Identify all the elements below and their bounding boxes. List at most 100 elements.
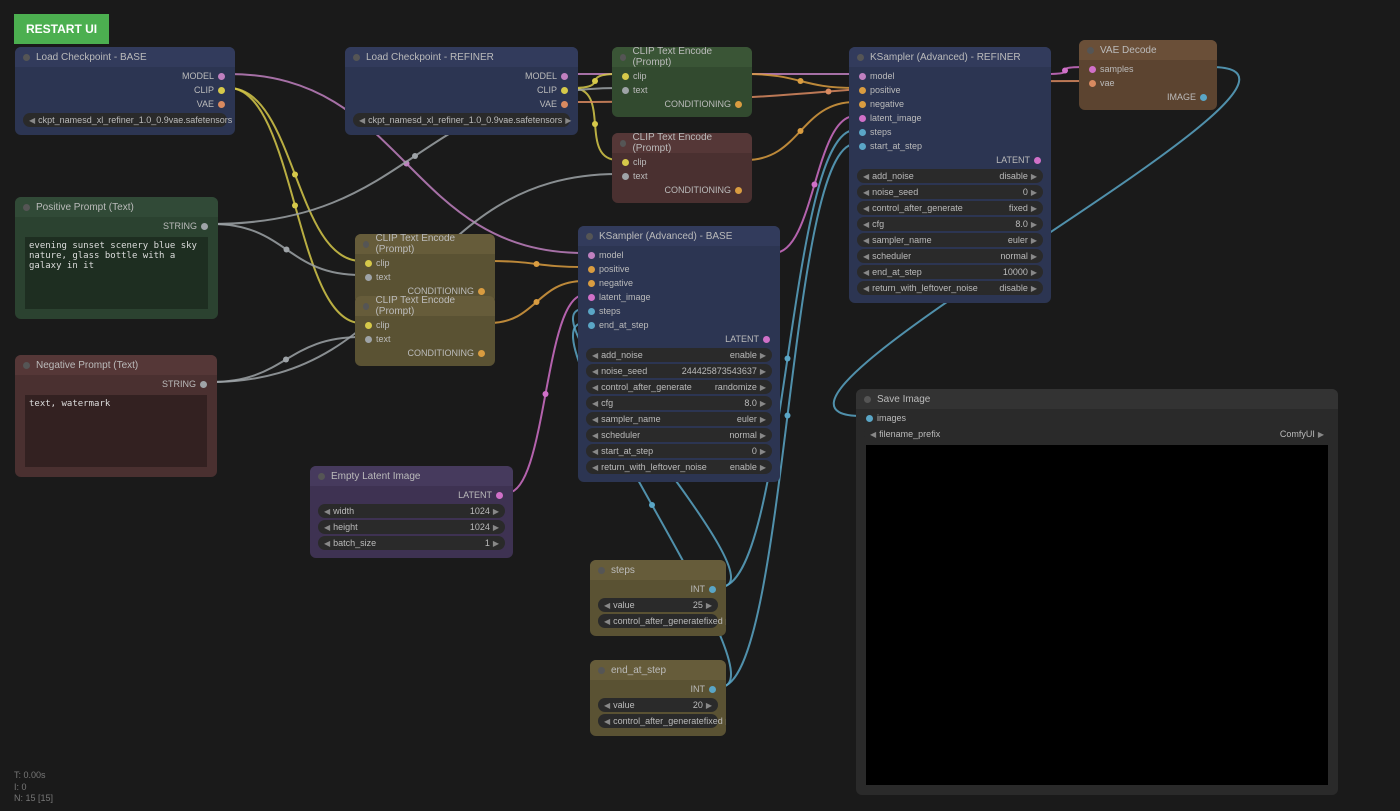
port-clip[interactable]: clip bbox=[359, 318, 491, 332]
node-ksamp_base[interactable]: KSampler (Advanced) - BASE modelpositiven… bbox=[578, 226, 780, 482]
node-ckpt_base[interactable]: Load Checkpoint - BASE MODELCLIPVAE ◀ckpt_… bbox=[15, 47, 235, 135]
port-CLIP[interactable]: CLIP bbox=[349, 83, 574, 97]
node-title[interactable]: CLIP Text Encode (Prompt) bbox=[612, 133, 752, 153]
widget-value[interactable]: ◀value20▶ bbox=[598, 698, 718, 712]
widget-noise_seed[interactable]: ◀noise_seed244425873543637▶ bbox=[586, 364, 772, 378]
node-title[interactable]: KSampler (Advanced) - BASE bbox=[578, 226, 780, 246]
port-steps[interactable]: steps bbox=[582, 304, 776, 318]
node-title[interactable]: Save Image bbox=[856, 389, 1338, 409]
widget-batch_size[interactable]: ◀batch_size1▶ bbox=[318, 536, 505, 550]
port-latent_image[interactable]: latent_image bbox=[582, 290, 776, 304]
port-clip[interactable]: clip bbox=[616, 155, 748, 169]
port-vae[interactable]: vae bbox=[1083, 76, 1213, 90]
widget-cfg[interactable]: ◀cfg8.0▶ bbox=[857, 217, 1043, 231]
port-STRING[interactable]: STRING bbox=[19, 219, 214, 233]
widget-cfg[interactable]: ◀cfg8.0▶ bbox=[586, 396, 772, 410]
node-clip_base_pos[interactable]: CLIP Text Encode (Prompt)cliptextCONDITI… bbox=[355, 234, 495, 304]
widget-start_at_step[interactable]: ◀start_at_step0▶ bbox=[586, 444, 772, 458]
widget-control_after_generate[interactable]: ◀control_after_generatefixed▶ bbox=[598, 714, 718, 728]
node-clip_ref_pos[interactable]: CLIP Text Encode (Prompt) cliptextCONDITI… bbox=[612, 47, 752, 117]
widget-add_noise[interactable]: ◀add_noisedisable▶ bbox=[857, 169, 1043, 183]
port-MODEL[interactable]: MODEL bbox=[349, 69, 574, 83]
widget-ckpt_name[interactable]: ◀ckpt_namesd_xl_refiner_1.0_0.9vae.safet… bbox=[23, 113, 227, 127]
node-ksamp_ref[interactable]: KSampler (Advanced) - REFINER modelpositi… bbox=[849, 47, 1051, 303]
port-VAE[interactable]: VAE bbox=[349, 97, 574, 111]
node-title[interactable]: Load Checkpoint - BASE bbox=[15, 47, 235, 67]
node-steps[interactable]: steps INT ◀value25▶ ◀control_after_generate… bbox=[590, 560, 726, 636]
port-samples[interactable]: samples bbox=[1083, 62, 1213, 76]
port-text[interactable]: text bbox=[359, 332, 491, 346]
port-negative[interactable]: negative bbox=[582, 276, 776, 290]
node-end_at[interactable]: end_at_step INT ◀value20▶ ◀control_after_ge… bbox=[590, 660, 726, 736]
port-text[interactable]: text bbox=[359, 270, 491, 284]
node-title[interactable]: CLIP Text Encode (Prompt) bbox=[355, 296, 495, 316]
text-content[interactable]: evening sunset scenery blue sky nature, … bbox=[25, 237, 208, 309]
port-text[interactable]: text bbox=[616, 169, 748, 183]
widget-return_with_leftover_noise[interactable]: ◀return_with_leftover_noisedisable▶ bbox=[857, 281, 1043, 295]
port-positive[interactable]: positive bbox=[582, 262, 776, 276]
node-title[interactable]: KSampler (Advanced) - REFINER bbox=[849, 47, 1051, 67]
port-CONDITIONING[interactable]: CONDITIONING bbox=[616, 183, 748, 197]
port-LATENT[interactable]: LATENT bbox=[582, 332, 776, 346]
node-graph-canvas[interactable]: Load Checkpoint - BASEMODELCLIPVAE◀ckpt_… bbox=[0, 0, 1400, 811]
port-images[interactable]: images bbox=[860, 411, 1334, 425]
port-clip[interactable]: clip bbox=[616, 69, 748, 83]
port-INT[interactable]: INT bbox=[594, 582, 722, 596]
widget-control_after_generate[interactable]: ◀control_after_generaterandomize▶ bbox=[586, 380, 772, 394]
widget-control_after_generate[interactable]: ◀control_after_generatefixed▶ bbox=[598, 614, 718, 628]
port-steps[interactable]: steps bbox=[853, 125, 1047, 139]
widget-value[interactable]: ◀value25▶ bbox=[598, 598, 718, 612]
port-VAE[interactable]: VAE bbox=[19, 97, 231, 111]
node-clip_ref_neg[interactable]: CLIP Text Encode (Prompt) cliptextCONDITI… bbox=[612, 133, 752, 203]
widget-noise_seed[interactable]: ◀noise_seed0▶ bbox=[857, 185, 1043, 199]
node-ckpt_ref[interactable]: Load Checkpoint - REFINER MODELCLIPVAE ◀ck… bbox=[345, 47, 578, 135]
widget-sampler_name[interactable]: ◀sampler_nameeuler▶ bbox=[857, 233, 1043, 247]
port-CONDITIONING[interactable]: CONDITIONING bbox=[359, 346, 491, 360]
node-empty_latent[interactable]: Empty Latent Image LATENT ◀width1024▶ ◀heig… bbox=[310, 466, 513, 558]
port-CONDITIONING[interactable]: CONDITIONING bbox=[616, 97, 748, 111]
port-LATENT[interactable]: LATENT bbox=[314, 488, 509, 502]
port-clip[interactable]: clip bbox=[359, 256, 491, 270]
port-LATENT[interactable]: LATENT bbox=[853, 153, 1047, 167]
port-text[interactable]: text bbox=[616, 83, 748, 97]
port-positive[interactable]: positive bbox=[853, 83, 1047, 97]
node-title[interactable]: VAE Decode bbox=[1079, 40, 1217, 60]
widget-width[interactable]: ◀width1024▶ bbox=[318, 504, 505, 518]
node-title[interactable]: end_at_step bbox=[590, 660, 726, 680]
widget-add_noise[interactable]: ◀add_noiseenable▶ bbox=[586, 348, 772, 362]
node-clip_base_neg[interactable]: CLIP Text Encode (Prompt) cliptextCONDITI… bbox=[355, 296, 495, 366]
port-model[interactable]: model bbox=[853, 69, 1047, 83]
node-title[interactable]: Load Checkpoint - REFINER bbox=[345, 47, 578, 67]
node-title[interactable]: Empty Latent Image bbox=[310, 466, 513, 486]
node-pos_prompt[interactable]: Positive Prompt (Text) STRING evening suns… bbox=[15, 197, 218, 319]
port-IMAGE[interactable]: IMAGE bbox=[1083, 90, 1213, 104]
port-model[interactable]: model bbox=[582, 248, 776, 262]
widget-sampler_name[interactable]: ◀sampler_nameeuler▶ bbox=[586, 412, 772, 426]
node-save_img[interactable]: Save Image images ◀filename_prefixComfyUI▶ bbox=[856, 389, 1338, 795]
widget-return_with_leftover_noise[interactable]: ◀return_with_leftover_noiseenable▶ bbox=[586, 460, 772, 474]
widget-scheduler[interactable]: ◀schedulernormal▶ bbox=[857, 249, 1043, 263]
widget-scheduler[interactable]: ◀schedulernormal▶ bbox=[586, 428, 772, 442]
text-content[interactable]: text, watermark bbox=[25, 395, 207, 467]
port-INT[interactable]: INT bbox=[594, 682, 722, 696]
port-end_at_step[interactable]: end_at_step bbox=[582, 318, 776, 332]
widget-control_after_generate[interactable]: ◀control_after_generatefixed▶ bbox=[857, 201, 1043, 215]
node-neg_prompt[interactable]: Negative Prompt (Text) STRING text, waterm… bbox=[15, 355, 217, 477]
widget-height[interactable]: ◀height1024▶ bbox=[318, 520, 505, 534]
node-title[interactable]: CLIP Text Encode (Prompt) bbox=[612, 47, 752, 67]
port-negative[interactable]: negative bbox=[853, 97, 1047, 111]
restart-ui-button[interactable]: RESTART UI bbox=[14, 14, 109, 44]
widget-ckpt_name[interactable]: ◀ckpt_namesd_xl_refiner_1.0_0.9vae.safet… bbox=[353, 113, 570, 127]
widget-filename_prefix[interactable]: ◀filename_prefixComfyUI▶ bbox=[864, 427, 1330, 441]
node-vae_decode[interactable]: VAE Decode samplesvaeIMAGE bbox=[1079, 40, 1217, 110]
port-MODEL[interactable]: MODEL bbox=[19, 69, 231, 83]
node-title[interactable]: steps bbox=[590, 560, 726, 580]
node-title[interactable]: Negative Prompt (Text) bbox=[15, 355, 217, 375]
port-latent_image[interactable]: latent_image bbox=[853, 111, 1047, 125]
node-title[interactable]: CLIP Text Encode (Prompt) bbox=[355, 234, 495, 254]
port-start_at_step[interactable]: start_at_step bbox=[853, 139, 1047, 153]
port-CLIP[interactable]: CLIP bbox=[19, 83, 231, 97]
widget-end_at_step[interactable]: ◀end_at_step10000▶ bbox=[857, 265, 1043, 279]
port-STRING[interactable]: STRING bbox=[19, 377, 213, 391]
node-title[interactable]: Positive Prompt (Text) bbox=[15, 197, 218, 217]
